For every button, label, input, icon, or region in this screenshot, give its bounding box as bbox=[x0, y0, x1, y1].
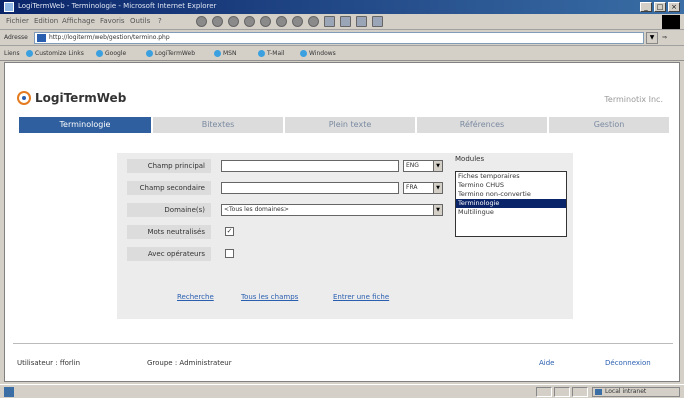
group-info: Groupe : Administrateur bbox=[147, 359, 232, 367]
module-item[interactable]: Termino CHUS bbox=[456, 181, 566, 190]
address-input[interactable]: http://logiterm/web/gestion/termino.php bbox=[34, 32, 644, 44]
status-cell bbox=[536, 387, 552, 397]
operators-checkbox[interactable] bbox=[225, 249, 234, 258]
menu-tools[interactable]: Outils bbox=[130, 17, 150, 25]
menu-favorites[interactable]: Favoris bbox=[100, 17, 125, 25]
forward-icon[interactable] bbox=[212, 16, 223, 27]
link-google[interactable]: Google bbox=[96, 50, 126, 57]
module-item[interactable]: Termino non-convertie bbox=[456, 190, 566, 199]
stop-icon[interactable] bbox=[228, 16, 239, 27]
user-info: Utilisateur : fforlin bbox=[17, 359, 81, 367]
menu-file[interactable]: Fichier bbox=[6, 17, 29, 25]
search-link[interactable]: Recherche bbox=[177, 293, 214, 301]
ie-app-icon bbox=[4, 2, 14, 12]
modules-label: Modules bbox=[455, 155, 485, 163]
logiterm-logo: LogiTermWeb bbox=[17, 91, 126, 105]
history-icon[interactable] bbox=[308, 16, 319, 27]
secondary-field-input[interactable] bbox=[221, 182, 399, 194]
print-icon[interactable] bbox=[340, 16, 351, 27]
address-label: Adresse bbox=[4, 34, 28, 41]
mail-icon[interactable] bbox=[324, 16, 335, 27]
back-icon[interactable] bbox=[196, 16, 207, 27]
close-button[interactable]: × bbox=[668, 2, 680, 12]
help-link[interactable]: Aide bbox=[539, 359, 554, 367]
footer-divider bbox=[13, 343, 673, 344]
edit-icon[interactable] bbox=[356, 16, 367, 27]
address-text: http://logiterm/web/gestion/termino.php bbox=[49, 34, 170, 41]
minimize-button[interactable]: _ bbox=[640, 2, 652, 12]
company-name: Terminotix Inc. bbox=[604, 95, 663, 104]
address-bar: Adresse http://logiterm/web/gestion/term… bbox=[0, 31, 684, 46]
security-zone: Local intranet bbox=[592, 387, 680, 397]
primary-lang-select[interactable]: ENG ▼ bbox=[403, 160, 443, 172]
logo-text: LogiTermWeb bbox=[35, 91, 127, 105]
neutral-words-label: Mots neutralisés bbox=[127, 225, 211, 239]
search-form: Champ principal ENG ▼ Champ secondaire F… bbox=[117, 153, 573, 319]
chevron-down-icon: ▼ bbox=[433, 205, 442, 215]
operators-label: Avec opérateurs bbox=[127, 247, 211, 261]
page-status-icon bbox=[4, 387, 14, 397]
toolbar bbox=[196, 16, 383, 27]
enter-record-link[interactable]: Entrer une fiche bbox=[333, 293, 389, 301]
menu-bar: Fichier Edition Affichage Favoris Outils… bbox=[0, 14, 684, 30]
favorites-icon[interactable] bbox=[292, 16, 303, 27]
menu-edit[interactable]: Edition bbox=[34, 17, 58, 25]
primary-field-label: Champ principal bbox=[127, 159, 211, 173]
module-item[interactable]: Fiches temporaires bbox=[456, 172, 566, 181]
tab-terminologie[interactable]: Terminologie bbox=[19, 117, 151, 133]
link-tmail[interactable]: T-Mail bbox=[258, 50, 284, 57]
status-bar: Local intranet bbox=[0, 384, 684, 398]
chevron-down-icon: ▼ bbox=[433, 183, 442, 193]
tab-plein-texte[interactable]: Plein texte bbox=[285, 117, 415, 133]
secondary-field-label: Champ secondaire bbox=[127, 181, 211, 195]
link-logitermweb[interactable]: LogiTermWeb bbox=[146, 50, 195, 57]
window-controls: _ □ × bbox=[640, 2, 680, 12]
tab-bitextes[interactable]: Bitextes bbox=[153, 117, 283, 133]
window-title: LogiTermWeb - Terminologie - Microsoft I… bbox=[18, 2, 217, 10]
discuss-icon[interactable] bbox=[372, 16, 383, 27]
go-button[interactable]: ⇒ bbox=[662, 34, 667, 41]
all-fields-link[interactable]: Tous les champs bbox=[241, 293, 298, 301]
refresh-icon[interactable] bbox=[244, 16, 255, 27]
ie-throbber-icon bbox=[662, 15, 680, 29]
page-icon bbox=[37, 34, 46, 42]
main-tabs: Terminologie Bitextes Plein texte Référe… bbox=[19, 117, 669, 133]
status-cell bbox=[554, 387, 570, 397]
status-cell bbox=[572, 387, 588, 397]
tab-gestion[interactable]: Gestion bbox=[549, 117, 669, 133]
home-icon[interactable] bbox=[260, 16, 271, 27]
primary-lang-value: ENG bbox=[406, 162, 419, 169]
secondary-lang-value: FRA bbox=[406, 184, 418, 191]
neutral-words-checkbox[interactable]: ✓ bbox=[225, 227, 234, 236]
page-content: LogiTermWeb Terminotix Inc. Terminologie… bbox=[4, 62, 680, 382]
address-dropdown-button[interactable]: ▼ bbox=[646, 32, 658, 44]
module-item[interactable]: Multilingue bbox=[456, 208, 566, 217]
menu-help[interactable]: ? bbox=[158, 17, 162, 25]
link-msn[interactable]: MSN bbox=[214, 50, 236, 57]
logo-icon bbox=[17, 91, 31, 105]
modules-listbox[interactable]: Fiches temporaires Termino CHUS Termino … bbox=[455, 171, 567, 237]
links-label: Liens bbox=[4, 50, 20, 57]
secondary-lang-select[interactable]: FRA ▼ bbox=[403, 182, 443, 194]
link-customize[interactable]: Customize Links bbox=[26, 50, 84, 57]
link-windows[interactable]: Windows bbox=[300, 50, 336, 57]
links-bar: Liens Customize Links Google LogiTermWeb… bbox=[0, 47, 684, 61]
chevron-down-icon: ▼ bbox=[433, 161, 442, 171]
menu-view[interactable]: Affichage bbox=[62, 17, 95, 25]
logout-link[interactable]: Déconnexion bbox=[605, 359, 651, 367]
domain-label: Domaine(s) bbox=[127, 203, 211, 217]
search-icon[interactable] bbox=[276, 16, 287, 27]
maximize-button[interactable]: □ bbox=[654, 2, 666, 12]
primary-field-input[interactable] bbox=[221, 160, 399, 172]
domain-value: <Tous les domaines> bbox=[224, 206, 289, 213]
tab-references[interactable]: Références bbox=[417, 117, 547, 133]
domain-select[interactable]: <Tous les domaines> ▼ bbox=[221, 204, 443, 216]
module-item-selected[interactable]: Terminologie bbox=[456, 199, 566, 208]
window-title-bar: LogiTermWeb - Terminologie - Microsoft I… bbox=[0, 0, 684, 14]
